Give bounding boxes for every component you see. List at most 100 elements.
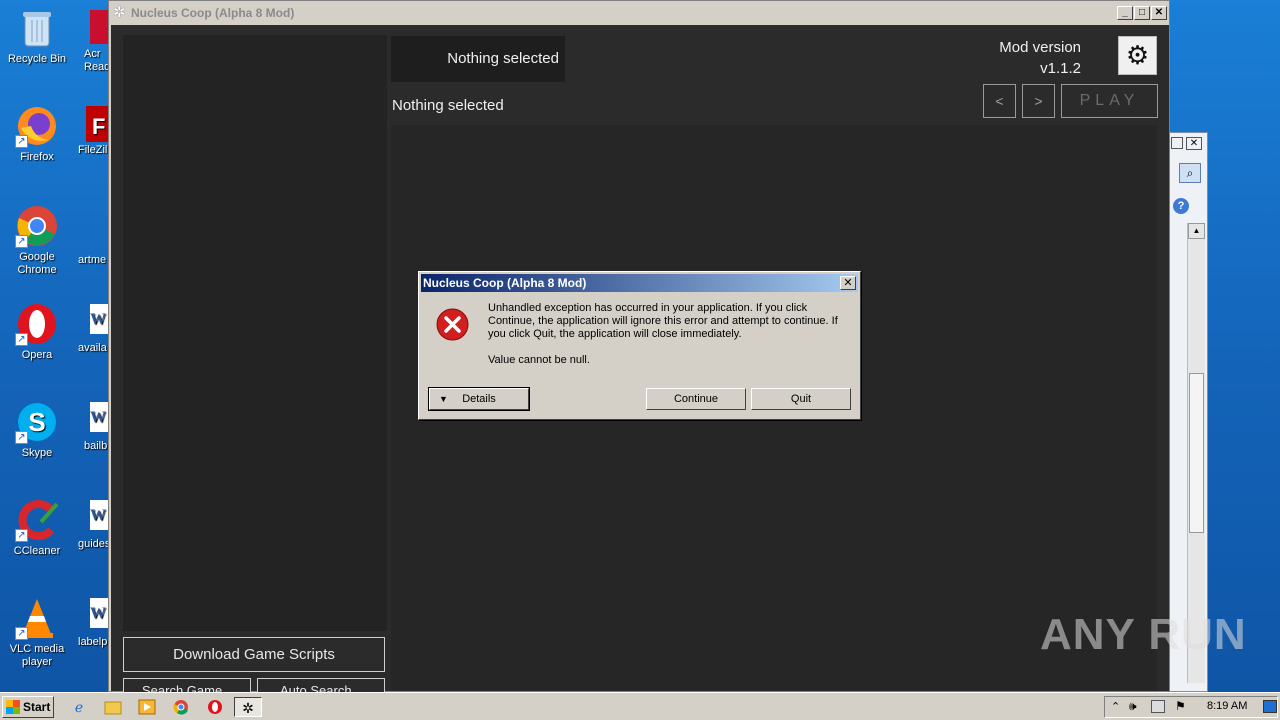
minimize-button[interactable]: _ — [1117, 6, 1133, 20]
desktop-icon-guides[interactable]: W guides — [78, 498, 108, 551]
file-icon — [78, 214, 108, 254]
svg-text:W: W — [90, 507, 106, 524]
desktop-icon-artme[interactable]: artme — [78, 214, 108, 267]
dialog-close-button[interactable]: ✕ — [840, 276, 856, 290]
desktop-icon-label: bailb — [84, 440, 108, 452]
firefox-icon: ↗ — [15, 104, 59, 148]
settings-gear-button[interactable]: ⚙ — [1118, 36, 1157, 75]
close-button[interactable]: ✕ — [1151, 6, 1167, 20]
shortcut-arrow-icon: ↗ — [15, 529, 28, 542]
next-button[interactable]: > — [1022, 84, 1055, 118]
desktop-icon-label: guides — [78, 538, 108, 550]
dialog-titlebar[interactable]: Nucleus Coop (Alpha 8 Mod) ✕ — [421, 274, 858, 292]
word-doc-icon: W — [78, 596, 108, 636]
tray-expand-icon[interactable]: ⌃ — [1111, 700, 1120, 713]
search-icon[interactable]: ⌕ — [1179, 163, 1201, 183]
quit-button[interactable]: Quit — [751, 388, 851, 410]
recycle-bin-icon — [15, 6, 59, 50]
windows-flag-icon — [6, 700, 20, 714]
svg-text:W: W — [90, 311, 106, 328]
media-player-icon[interactable] — [136, 697, 158, 717]
desktop-icon-vlc[interactable]: ↗ VLC media player — [2, 596, 72, 669]
vlc-icon: ↗ — [15, 596, 59, 640]
chrome-icon: ↗ — [15, 204, 59, 248]
explorer-folder-icon[interactable] — [102, 697, 124, 717]
desktop-icon-label: Firefox — [20, 151, 54, 163]
triangle-down-icon: ▼ — [439, 394, 448, 404]
play-button[interactable]: PLAY — [1061, 84, 1158, 118]
desktop-icon-label: VLC media player — [9, 643, 65, 668]
start-button[interactable]: Start — [2, 696, 54, 718]
desktop-icon-label: Recycle Bin — [7, 53, 67, 65]
desktop-icon-filezilla[interactable]: F FileZill — [78, 104, 108, 157]
desktop-icon-chrome[interactable]: ↗ Google Chrome — [2, 204, 72, 277]
prev-button[interactable]: < — [983, 84, 1016, 118]
desktop-icon-label: Google Chrome — [17, 251, 57, 276]
shortcut-arrow-icon: ↗ — [15, 627, 28, 640]
desktop-icon-availa[interactable]: W availa — [78, 302, 108, 355]
scroll-up-icon[interactable]: ▲ — [1188, 223, 1205, 239]
opera-icon: ↗ — [15, 302, 59, 346]
maximize-button[interactable]: □ — [1134, 6, 1150, 20]
dialog-title: Nucleus Coop (Alpha 8 Mod) — [423, 276, 587, 290]
anyrun-watermark: ANY RUN — [1040, 610, 1247, 659]
game-list[interactable] — [123, 35, 387, 631]
desktop-icon-opera[interactable]: ↗ Opera — [2, 302, 72, 362]
details-label: Details — [462, 393, 496, 405]
filezilla-icon: F — [78, 104, 108, 144]
maximize-icon[interactable] — [1171, 137, 1183, 149]
desktop-icon-labelp[interactable]: W labelp — [78, 596, 108, 649]
chrome-icon[interactable] — [170, 697, 192, 717]
close-icon[interactable]: ✕ — [1186, 137, 1202, 150]
desktop-icon-ccleaner[interactable]: ↗ CCleaner — [2, 498, 72, 558]
opera-icon[interactable] — [204, 697, 226, 717]
details-button[interactable]: ▼ Details — [428, 387, 530, 411]
svg-text:W: W — [90, 409, 106, 426]
svg-text:F: F — [92, 114, 105, 139]
scroll-thumb[interactable] — [1189, 373, 1204, 533]
error-icon — [436, 308, 469, 341]
window-title: Nucleus Coop (Alpha 8 Mod) — [131, 6, 295, 20]
mod-version: Mod version v1.1.2 — [999, 37, 1081, 79]
desktop-icon-skype[interactable]: S ↗ Skype — [2, 400, 72, 460]
nucleus-taskbar-icon[interactable]: ✲ — [234, 697, 262, 717]
desktop-icon-label: availa — [78, 342, 107, 354]
nucleus-app-icon: ✲ — [113, 4, 126, 21]
help-icon[interactable]: ? — [1173, 198, 1189, 214]
start-label: Start — [23, 700, 51, 714]
desktop-icon-label: Opera — [21, 349, 53, 361]
word-doc-icon: W — [78, 498, 108, 538]
dialog-detail-text: Value cannot be null. — [488, 354, 590, 366]
network-icon[interactable] — [1151, 700, 1165, 713]
download-game-scripts-button[interactable]: Download Game Scripts — [123, 637, 385, 672]
desktop-icon-firefox[interactable]: ↗ Firefox — [2, 104, 72, 164]
shortcut-arrow-icon: ↗ — [15, 235, 28, 248]
flag-icon[interactable]: ⚑ — [1175, 699, 1186, 713]
taskbar-clock: 8:19 AM — [1207, 700, 1248, 712]
background-window[interactable]: ✕ ⌕ ? ▲ — [1168, 132, 1208, 692]
desktop-icon-label: CCleaner — [13, 545, 61, 557]
taskbar: Start ℯ ✲ ⌃ 🕪 ⚑ 8:19 AM — [0, 692, 1280, 720]
desktop-icon-label: Acr Read — [84, 48, 111, 73]
desktop-icon-label: FileZill — [78, 144, 108, 156]
ccleaner-icon: ↗ — [15, 498, 59, 542]
show-desktop-icon[interactable] — [1263, 700, 1277, 713]
continue-button[interactable]: Continue — [646, 388, 746, 410]
skype-icon: S ↗ — [15, 400, 59, 444]
volume-icon[interactable]: 🕪 — [1129, 699, 1137, 714]
dialog-message: Unhandled exception has occurred in your… — [488, 302, 838, 340]
word-doc-icon: W — [78, 302, 108, 342]
shortcut-arrow-icon: ↗ — [15, 135, 28, 148]
ie-icon[interactable]: ℯ — [68, 697, 90, 717]
desktop-icon-recycle-bin[interactable]: Recycle Bin — [2, 6, 72, 66]
desktop-icon-label: Skype — [21, 447, 53, 459]
mod-version-label: Mod version — [999, 39, 1081, 56]
error-dialog[interactable]: Nucleus Coop (Alpha 8 Mod) ✕ Unhandled e… — [418, 271, 861, 420]
window-titlebar[interactable]: ✲ Nucleus Coop (Alpha 8 Mod) _ □ ✕ — [109, 1, 1169, 25]
mod-version-value: v1.1.2 — [1040, 60, 1081, 77]
svg-text:S: S — [28, 407, 45, 437]
svg-text:W: W — [90, 605, 106, 622]
gear-icon: ⚙ — [1125, 40, 1150, 70]
shortcut-arrow-icon: ↗ — [15, 333, 28, 346]
selected-game-label: Nothing selected — [392, 97, 504, 114]
